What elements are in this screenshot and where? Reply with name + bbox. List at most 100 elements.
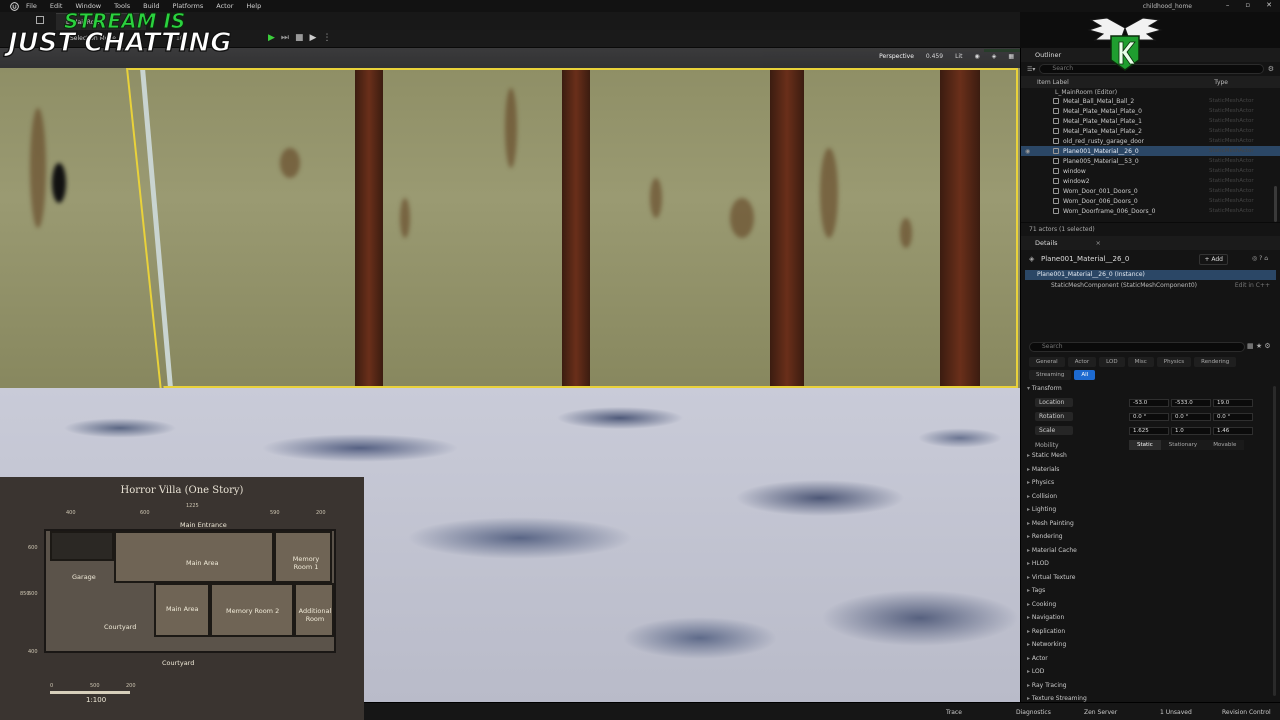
menu-file[interactable]: File <box>26 2 37 10</box>
details-title[interactable]: Details <box>1035 239 1058 247</box>
outliner-row[interactable]: Plane005_Material__53_0 StaticMeshActor <box>1021 156 1280 166</box>
rotation-y[interactable]: 0.0 ° <box>1171 412 1211 421</box>
details-category[interactable]: Mesh Painting <box>1027 520 1074 527</box>
unreal-logo-icon[interactable] <box>8 0 20 12</box>
details-category[interactable]: Physics <box>1027 479 1054 486</box>
add-component-button[interactable]: + Add <box>1199 254 1228 265</box>
outliner-row[interactable]: Metal_Plate_Metal_Plate_2 StaticMeshActor <box>1021 126 1280 136</box>
edit-in-cpp-link[interactable]: Edit in C++ <box>1235 280 1270 292</box>
filter-tab[interactable]: Physics <box>1156 357 1192 367</box>
column-item-label[interactable]: Item Label <box>1037 79 1069 86</box>
outliner-row[interactable]: old_red_rusty_garage_door StaticMeshActor <box>1021 136 1280 146</box>
outliner-row[interactable]: Metal_Ball_Metal_Ball_2 StaticMeshActor <box>1021 96 1280 106</box>
scale-y[interactable]: 1.0 <box>1171 426 1211 435</box>
outliner-title[interactable]: Outliner <box>1035 51 1061 59</box>
property-matrix-icon[interactable]: ▦ ★ ⚙ <box>1247 342 1271 350</box>
filter-tab[interactable]: All <box>1074 370 1096 380</box>
mobility-static[interactable]: Static <box>1129 440 1161 450</box>
settings-icon[interactable]: ⚙ <box>1268 65 1274 73</box>
details-category[interactable]: Material Cache <box>1027 547 1077 554</box>
details-category[interactable]: Texture Streaming <box>1027 695 1087 702</box>
menu-help[interactable]: Help <box>246 2 261 10</box>
location-dropdown[interactable]: Location <box>1035 398 1073 407</box>
snap-settings-icon[interactable]: ◈ <box>992 53 997 60</box>
details-category[interactable]: Ray Tracing <box>1027 682 1067 689</box>
zen-server-button[interactable]: Zen Server <box>1084 709 1117 716</box>
perspective-dropdown[interactable]: Perspective <box>879 53 914 60</box>
rotation-z[interactable]: 0.0 ° <box>1213 412 1253 421</box>
details-category[interactable]: Tags <box>1027 587 1045 594</box>
outliner-row-type: StaticMeshActor <box>1209 118 1254 124</box>
close-icon[interactable]: ✕ <box>1266 1 1272 9</box>
details-object-name[interactable]: Plane001_Material__26_0 <box>1041 255 1129 263</box>
rotation-dropdown[interactable]: Rotation <box>1035 412 1073 421</box>
filter-tab[interactable]: LOD <box>1099 357 1125 367</box>
menu-actor[interactable]: Actor <box>216 2 233 10</box>
details-category[interactable]: Static Mesh <box>1027 452 1067 459</box>
viewport-layout-icon[interactable]: ▦ <box>1008 53 1014 60</box>
outliner-scrollbar[interactable] <box>1274 186 1277 222</box>
category-transform[interactable]: Transform <box>1027 385 1062 392</box>
filter-tab[interactable]: Misc <box>1127 357 1154 367</box>
filter-tab[interactable]: Streaming <box>1029 370 1072 380</box>
visibility-eye-icon[interactable]: ◉ <box>1025 148 1030 155</box>
lit-dropdown[interactable]: Lit <box>955 53 962 60</box>
mobility-stationary[interactable]: Stationary <box>1160 440 1206 450</box>
more-options-icon[interactable]: ⋮ <box>322 33 331 43</box>
outliner-row[interactable]: Metal_Plate_Metal_Plate_0 StaticMeshActor <box>1021 106 1280 116</box>
unsaved-button[interactable]: 1 Unsaved <box>1160 709 1192 716</box>
show-flags-icon[interactable]: ◉ <box>974 53 979 60</box>
outliner-row[interactable]: Worn_Doorframe_006_Doors_0 StaticMeshActo… <box>1021 206 1280 216</box>
revision-control-button[interactable]: Revision Control <box>1222 709 1271 716</box>
filter-tab[interactable]: Rendering <box>1194 357 1237 367</box>
close-tab-icon[interactable]: × <box>1096 239 1101 247</box>
filter-tab[interactable]: General <box>1029 357 1065 367</box>
filter-tab[interactable]: Actor <box>1067 357 1097 367</box>
details-category[interactable]: Navigation <box>1027 614 1064 621</box>
details-category[interactable]: Networking <box>1027 641 1066 648</box>
step-icon[interactable]: ⏭ <box>281 33 289 43</box>
maximize-icon[interactable]: ▫ <box>1245 1 1250 9</box>
scale-x[interactable]: 1.625 <box>1129 426 1169 435</box>
mobility-movable[interactable]: Movable <box>1205 440 1245 450</box>
rotation-x[interactable]: 0.0 ° <box>1129 412 1169 421</box>
details-category[interactable]: Replication <box>1027 628 1065 635</box>
location-z[interactable]: 19.0 <box>1213 398 1253 407</box>
details-scrollbar[interactable] <box>1273 386 1276 696</box>
details-category[interactable]: Rendering <box>1027 533 1063 540</box>
location-y[interactable]: -533.0 <box>1171 398 1211 407</box>
outliner-row-label: Metal_Plate_Metal_Plate_0 <box>1063 107 1142 115</box>
details-search-input[interactable]: Search <box>1029 342 1245 352</box>
launch-icon[interactable]: ▶ <box>310 33 317 43</box>
filter-icon[interactable]: ☰▾ <box>1027 66 1035 73</box>
outliner-level-row[interactable]: L_MainRoom (Editor) <box>1021 88 1280 96</box>
details-category[interactable]: LOD <box>1027 668 1044 675</box>
play-icon[interactable]: ▶ <box>268 33 275 43</box>
component-instance-row[interactable]: Plane001_Material__26_0 (Instance) <box>1025 270 1276 280</box>
location-x[interactable]: -53.0 <box>1129 398 1169 407</box>
details-category[interactable]: Virtual Texture <box>1027 574 1075 581</box>
stop-icon[interactable]: ■ <box>295 33 304 43</box>
blueprint-icon[interactable]: ◎ ? ⌂ <box>1252 255 1268 262</box>
details-category[interactable]: HLOD <box>1027 560 1049 567</box>
component-row[interactable]: StaticMeshComponent (StaticMeshComponent… <box>1021 280 1280 292</box>
fov-value[interactable]: 0.459 <box>926 53 943 60</box>
diagnostics-button[interactable]: Diagnostics <box>1016 709 1051 716</box>
details-category[interactable]: Lighting <box>1027 506 1056 513</box>
scale-dropdown[interactable]: Scale <box>1035 426 1073 435</box>
details-category[interactable]: Actor <box>1027 655 1048 662</box>
scale-z[interactable]: 1.46 <box>1213 426 1253 435</box>
details-category[interactable]: Cooking <box>1027 601 1056 608</box>
menu-edit[interactable]: Edit <box>50 2 63 10</box>
outliner-row[interactable]: window2 StaticMeshActor <box>1021 176 1280 186</box>
outliner-row[interactable]: window StaticMeshActor <box>1021 166 1280 176</box>
details-category[interactable]: Collision <box>1027 493 1057 500</box>
trace-button[interactable]: Trace <box>946 709 962 716</box>
outliner-row[interactable]: ◉ Plane001_Material__26_0 StaticMeshActor <box>1021 146 1280 156</box>
outliner-row[interactable]: Worn_Door_006_Doors_0 StaticMeshActor <box>1021 196 1280 206</box>
outliner-row[interactable]: Worn_Door_001_Doors_0 StaticMeshActor <box>1021 186 1280 196</box>
column-type[interactable]: Type <box>1214 79 1228 86</box>
minimize-icon[interactable]: – <box>1226 1 1230 9</box>
details-category[interactable]: Materials <box>1027 466 1060 473</box>
outliner-row[interactable]: Metal_Plate_Metal_Plate_1 StaticMeshActor <box>1021 116 1280 126</box>
